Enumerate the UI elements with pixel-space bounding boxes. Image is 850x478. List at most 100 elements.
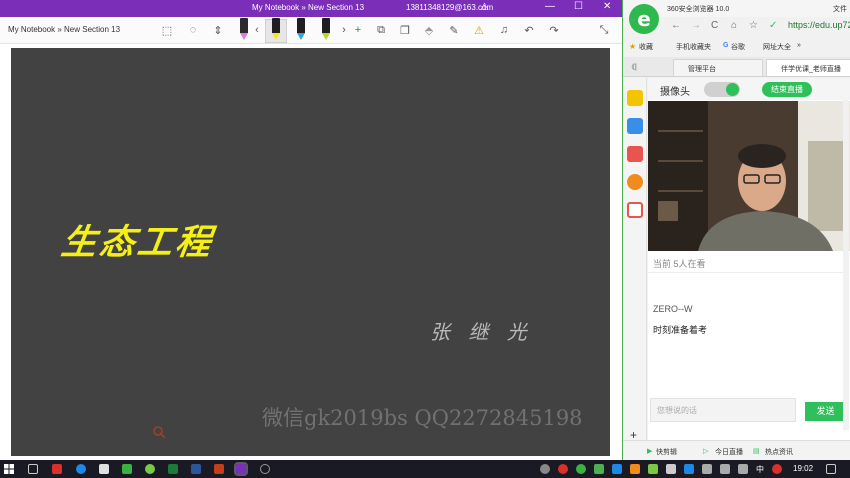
undo-icon[interactable]: ↶	[522, 22, 536, 38]
tray-icon[interactable]	[540, 464, 550, 474]
tray-icon[interactable]	[666, 464, 676, 474]
restore-button[interactable]: ☐	[574, 1, 583, 12]
copy-icon[interactable]: ⧉	[374, 22, 388, 38]
tray-icon[interactable]	[648, 464, 658, 474]
forward-icon[interactable]: →	[691, 20, 701, 31]
bookmark-item[interactable]: 网址大全	[763, 42, 791, 52]
address-bar[interactable]: https://edu.up72.cn/js	[788, 20, 850, 30]
windows-taskbar: 中 19:02	[0, 460, 850, 478]
input-method-indicator[interactable]: 中	[756, 464, 764, 475]
excel-icon[interactable]	[168, 464, 178, 474]
status-item[interactable]: 热点资讯	[765, 447, 793, 457]
file-menu[interactable]: 文件	[833, 4, 847, 14]
close-button[interactable]: ✕	[603, 1, 611, 12]
bookmark-item[interactable]: 手机收藏夹	[676, 42, 711, 52]
send-button[interactable]: 发送	[805, 402, 846, 421]
notification-icon[interactable]	[826, 464, 836, 474]
end-live-button[interactable]: 结束直播	[762, 82, 812, 97]
zoom-icon[interactable]	[152, 425, 166, 439]
warning-icon[interactable]: ⚠	[472, 22, 486, 38]
tray-icon[interactable]	[558, 464, 568, 474]
tray-icon[interactable]	[772, 464, 782, 474]
bookmark-item[interactable]: 谷歌	[731, 42, 745, 52]
paste-icon[interactable]: ❐	[398, 22, 412, 38]
bookmarks-more[interactable]: »	[797, 42, 801, 49]
green-pen-icon[interactable]	[320, 18, 332, 42]
news-icon[interactable]	[627, 118, 643, 134]
breadcrumb[interactable]: My Notebook » New Section 13	[8, 25, 120, 34]
sign-in-warning-icon[interactable]: ⚠	[480, 2, 489, 13]
browser-360-icon[interactable]	[145, 464, 155, 474]
divider	[648, 272, 843, 273]
email-icon[interactable]	[627, 202, 643, 218]
yellow-highlighter-icon[interactable]	[270, 18, 282, 42]
tab-label: 伴学优课_老师直播	[781, 66, 841, 73]
tab-strip: 《| 管理平台 伴学优课_老师直播	[623, 57, 850, 77]
favorites-star-icon[interactable]	[627, 90, 643, 106]
favorite-star-icon[interactable]: ☆	[749, 20, 758, 31]
camera-bar: 摄像头 结束直播	[648, 78, 850, 100]
bell-icon[interactable]: ♫	[497, 22, 511, 38]
back-icon[interactable]: ←	[671, 20, 681, 31]
status-item[interactable]: 快剪辑	[656, 447, 677, 457]
mail-icon[interactable]	[99, 464, 109, 474]
tab-collapse-icon[interactable]: 《|	[628, 62, 637, 72]
scroll-right-icon[interactable]: ›	[340, 22, 348, 38]
browser-logo-icon[interactable]: e	[629, 4, 659, 34]
tab-admin[interactable]: 管理平台	[673, 59, 763, 76]
tray-icon[interactable]	[576, 464, 586, 474]
onenote-icon[interactable]	[234, 462, 248, 476]
windows-start-icon[interactable]	[4, 464, 14, 474]
powerpoint-icon[interactable]	[214, 464, 224, 474]
camera-toggle[interactable]	[704, 82, 740, 97]
secure-shield-icon: ✓	[769, 20, 778, 31]
browser-statusbar: ▶ 快剪辑 ▷ 今日直播 ▤ 热点资讯	[623, 440, 850, 460]
scroll-left-icon[interactable]: ‹	[253, 22, 261, 38]
tab-label: 管理平台	[688, 66, 716, 73]
network-icon[interactable]	[738, 464, 748, 474]
refresh-icon[interactable]: C	[711, 20, 718, 31]
word-icon[interactable]	[191, 464, 201, 474]
chat-input[interactable]: 您想说的话	[650, 398, 796, 422]
tray-icon[interactable]	[684, 464, 694, 474]
shape-icon[interactable]: ⬘	[422, 22, 436, 38]
weibo-icon[interactable]	[627, 174, 643, 190]
tab-live-class[interactable]: 伴学优课_老师直播	[766, 59, 850, 76]
tray-icon[interactable]	[630, 464, 640, 474]
insert-space-icon[interactable]: ⇕	[211, 22, 225, 38]
add-pen-icon[interactable]: +	[351, 22, 365, 38]
hot-news-icon: ▤	[753, 448, 760, 455]
task-view-icon[interactable]	[28, 464, 38, 474]
lasso-select-icon[interactable]: ⬚	[160, 22, 174, 38]
speaker-icon[interactable]	[720, 464, 730, 474]
teacher-video	[648, 101, 850, 251]
tray-icon[interactable]	[594, 464, 604, 474]
bookmarks-bar: ★ 收藏 手机收藏夹 G 谷歌 网址大全 »	[623, 38, 850, 55]
watermark-text: 微信gk2019bs QQ2272845198	[262, 406, 583, 430]
tray-icon[interactable]	[702, 464, 712, 474]
tray-icon[interactable]	[612, 464, 622, 474]
chat-username: ZERO--W	[653, 304, 693, 314]
window-title: My Notebook » New Section 13	[252, 3, 365, 12]
redo-icon[interactable]: ↷	[547, 22, 561, 38]
app-icon[interactable]	[52, 464, 62, 474]
browser-icon[interactable]	[76, 464, 86, 474]
lasso-circle-icon[interactable]: ◌	[186, 22, 200, 38]
blue-pen-icon[interactable]	[295, 18, 307, 42]
clock[interactable]: 19:02	[793, 464, 813, 473]
panel-scrollbar[interactable]	[843, 100, 849, 430]
minimize-button[interactable]: —	[545, 1, 555, 12]
status-item[interactable]: 今日直播	[715, 447, 743, 457]
slide-title: 生态工程	[58, 222, 217, 263]
bookmark-star-icon: ★	[629, 42, 637, 51]
wechat-icon[interactable]	[122, 464, 132, 474]
ruler-icon[interactable]: ✎	[447, 22, 461, 38]
bookmark-item[interactable]: 收藏	[639, 42, 653, 52]
onenote-window: My Notebook » New Section 13 13811348129…	[0, 0, 622, 460]
home-icon[interactable]: ⌂	[731, 20, 737, 31]
app-icon[interactable]	[260, 464, 270, 474]
eraser-pen-icon[interactable]	[238, 18, 250, 42]
game-icon[interactable]	[627, 146, 643, 162]
collapse-icon[interactable]: ⤡	[597, 22, 611, 38]
onenote-titlebar[interactable]: My Notebook » New Section 13 13811348129…	[0, 0, 622, 17]
